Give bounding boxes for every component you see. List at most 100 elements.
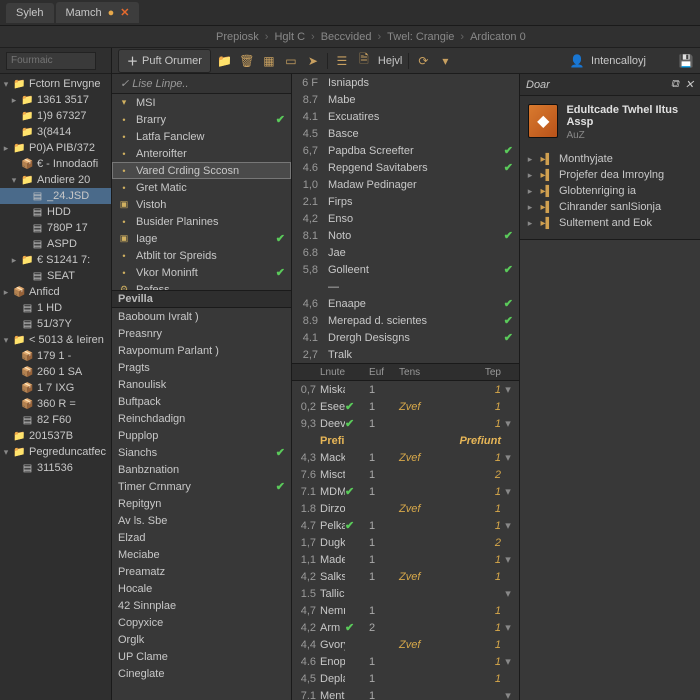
list-item[interactable]: UP Clame	[112, 648, 291, 665]
tree-node[interactable]: ▤HDD	[0, 204, 111, 220]
list-item[interactable]: 6.8Jae	[292, 244, 519, 261]
inspector-item[interactable]: ▸▸▌Cihrander sanlSionja	[526, 199, 694, 215]
expand-icon[interactable]: ▾	[2, 335, 10, 346]
list-item[interactable]: 4,2Enso	[292, 210, 519, 227]
help-label[interactable]: Hejvl	[378, 55, 402, 67]
chevron-down-icon[interactable]: ▾	[501, 553, 515, 566]
expand-icon[interactable]: ▸	[526, 154, 534, 165]
tree-node[interactable]: ▸📁€ S1241 7:	[0, 252, 111, 268]
list-item[interactable]: •Gret Matic	[112, 179, 291, 196]
tree-node[interactable]: ▤311536	[0, 460, 111, 476]
card-icon[interactable]: ▭	[283, 53, 299, 69]
list-item[interactable]: 4.1Excuatires	[292, 108, 519, 125]
table-row[interactable]: 4,4GvoryZvef1	[292, 636, 519, 653]
breadcrumb-item[interactable]: Ardicaton 0	[470, 31, 526, 43]
list-item[interactable]: 6 FIsniapds	[292, 74, 519, 91]
list-item[interactable]: Sianchs✔	[112, 444, 291, 461]
list-item[interactable]: •Anteroifter	[112, 145, 291, 162]
table-row[interactable]: 4,2Arm✔21▾	[292, 619, 519, 636]
inspector-item[interactable]: ▸▸▌Sultement and Eok	[526, 215, 694, 231]
inspector-item[interactable]: ▸▸▌Monthyjate	[526, 151, 694, 167]
list-item[interactable]: 4.5Basce	[292, 125, 519, 142]
tree-node[interactable]: ▸📦Anficd	[0, 284, 111, 300]
list-item[interactable]: Av ls. Sbe	[112, 512, 291, 529]
breadcrumb-item[interactable]: Hglt C	[274, 31, 305, 43]
list-item[interactable]: 2.1Firps	[292, 193, 519, 210]
tree-node[interactable]: 📁1)9 67327	[0, 108, 111, 124]
tree-node[interactable]: ▤780P 17	[0, 220, 111, 236]
list-item[interactable]: •Vkor Moninft✔	[112, 264, 291, 281]
chevron-down-icon[interactable]: ▾	[501, 689, 515, 700]
tree-node[interactable]: ▾📁< 5013 & Ieiren	[0, 332, 111, 348]
table-row[interactable]: 7.1Mentla1▾	[292, 687, 519, 700]
arrow-right-icon[interactable]: ➤	[305, 53, 321, 69]
tree-node[interactable]: 📦€ - Innodaofi	[0, 156, 111, 172]
expand-icon[interactable]: ▸	[2, 287, 10, 298]
tree-node[interactable]: 📦260 1 SA	[0, 364, 111, 380]
table-row[interactable]: 7.6Misctlechnits12	[292, 466, 519, 483]
list-item[interactable]: 4.1Drergh Desisgns✔	[292, 329, 519, 346]
user-icon[interactable]: 👤	[569, 53, 585, 69]
list-icon[interactable]: ☰	[334, 53, 350, 69]
folder-icon[interactable]: 📁	[217, 53, 233, 69]
breadcrumb-item[interactable]: Beccvided	[321, 31, 372, 43]
list-item[interactable]: Pupplop	[112, 427, 291, 444]
expand-icon[interactable]: ▸	[10, 95, 18, 106]
list-item[interactable]: Repitgyn	[112, 495, 291, 512]
expand-icon[interactable]: ▸	[526, 218, 534, 229]
table-row[interactable]: 1.8DirzorocitterZvef1	[292, 500, 519, 517]
list-item[interactable]: 1,0Madaw Pedinager	[292, 176, 519, 193]
list-item[interactable]: 42 Sinnplae	[112, 597, 291, 614]
table-row[interactable]: 4,7Nemn Callsiteps11	[292, 602, 519, 619]
chevron-down-icon[interactable]: ▾	[501, 519, 515, 532]
list-item[interactable]: Meciabe	[112, 546, 291, 563]
list-item[interactable]: Ravpomum Parlant )	[112, 342, 291, 359]
list-item[interactable]: ▾MSI	[112, 94, 291, 111]
list-item[interactable]: 4.6Repgend Savitabers✔	[292, 159, 519, 176]
list-item[interactable]: Elzad	[112, 529, 291, 546]
table-row[interactable]: 1.5Tallic HavamfomAoatlaid▾	[292, 585, 519, 602]
list-item[interactable]: 8.9Merepad d. scientes✔	[292, 312, 519, 329]
table-row[interactable]: 4,2Salks1Zvef1	[292, 568, 519, 585]
primary-action-button[interactable]: ＋Puft Orumer	[118, 49, 211, 73]
table-row[interactable]: 0,2Eseesuits✔1Zvef1	[292, 398, 519, 415]
asset-thumbnail[interactable]: ◆	[528, 104, 558, 138]
chevron-down-icon[interactable]: ▾	[501, 621, 515, 634]
list-item[interactable]: Reinchdadign	[112, 410, 291, 427]
tree-node[interactable]: ▤51/37Y	[0, 316, 111, 332]
list-item[interactable]: 2,7Tralk	[292, 346, 519, 363]
tree-node[interactable]: ▤1 HD	[0, 300, 111, 316]
table-row[interactable]: 4.7Pelkabinent✔11▾	[292, 517, 519, 534]
table-row[interactable]: 9,3Deevor✔11▾	[292, 415, 519, 432]
tab-1[interactable]: Mamch●✕	[56, 2, 140, 23]
table-row[interactable]: 1,7Dugk12	[292, 534, 519, 551]
chevron-down-icon[interactable]: ▾	[501, 417, 515, 430]
list-item[interactable]: •Atblit tor Spreids	[112, 247, 291, 264]
list-item[interactable]: 5,8Golleent✔	[292, 261, 519, 278]
table-row[interactable]: 7.1MDM✔11▾	[292, 483, 519, 500]
list-item[interactable]: Copyxice	[112, 614, 291, 631]
trash-icon[interactable]: 🗑	[239, 53, 255, 69]
tree-node[interactable]: ▤_24.JSD	[0, 188, 111, 204]
list-item[interactable]: •Vared Crding Sccosn	[112, 162, 291, 179]
list-item[interactable]: Preasnry	[112, 325, 291, 342]
list-item[interactable]: ▣Vistoh	[112, 196, 291, 213]
list-item[interactable]: Baoboum Ivralt )	[112, 308, 291, 325]
tree-node[interactable]: 📦360 R =	[0, 396, 111, 412]
list-item[interactable]: Timer Crnmary✔	[112, 478, 291, 495]
grid-icon[interactable]: ▦	[261, 53, 277, 69]
expand-icon[interactable]: ▸	[526, 170, 534, 181]
chevron-down-icon[interactable]: ▾	[501, 587, 515, 600]
chevron-down-icon[interactable]: ▾	[501, 451, 515, 464]
list-item[interactable]: Pragts	[112, 359, 291, 376]
breadcrumb-item[interactable]: Prepiosk	[216, 31, 259, 43]
chevron-down-icon[interactable]: ▾	[437, 53, 453, 69]
tree-node[interactable]: ▾📁Fctorn Envgne	[0, 76, 111, 92]
table-row[interactable]: PrefiuntPrefiunt	[292, 432, 519, 449]
expand-icon[interactable]: ▸	[526, 186, 534, 197]
expand-icon[interactable]: ▾	[2, 79, 10, 90]
popout-icon[interactable]: ⧉	[671, 78, 679, 91]
tree-node[interactable]: ▤ASPD	[0, 236, 111, 252]
tab-0[interactable]: Syleh	[6, 3, 54, 23]
table-row[interactable]: 4.6Enopark11▾	[292, 653, 519, 670]
